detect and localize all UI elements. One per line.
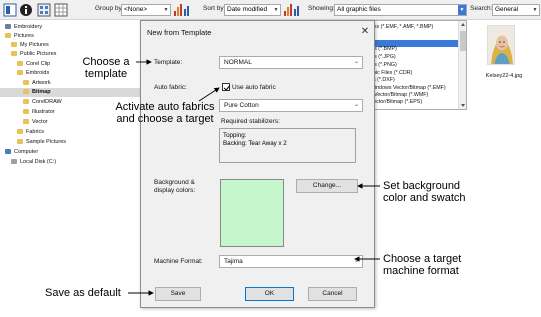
- annotation-auto-fabric: Activate auto fabrics and choose a targe…: [115, 101, 215, 125]
- folder-icon: [17, 129, 23, 134]
- tree-item-embroidery[interactable]: Embroidery: [5, 23, 42, 32]
- machine-format-select[interactable]: Tajima ⌄: [219, 255, 363, 268]
- filetype-option[interactable]: Vector/Bitmap (*.EPS): [370, 99, 422, 106]
- group-by-value: <None>: [124, 6, 148, 13]
- filetype-option[interactable]: phic Files (*.CDR): [370, 70, 412, 77]
- tree-item-computer[interactable]: Computer: [5, 148, 38, 157]
- grid-view-icon[interactable]: [54, 3, 68, 17]
- group-order-icon[interactable]: [173, 4, 189, 16]
- search-select[interactable]: General ▼: [492, 4, 540, 16]
- template-label: Template:: [154, 59, 183, 66]
- close-icon[interactable]: ✕: [359, 26, 371, 37]
- annotation-background: Set background color and swatch: [383, 180, 466, 204]
- use-auto-fabric-label[interactable]: Use auto fabric: [232, 84, 276, 91]
- sort-by-label: Sort by:: [203, 5, 226, 12]
- group-by-label: Group by:: [95, 5, 124, 12]
- tree-item-artwork[interactable]: Artwork: [23, 79, 51, 88]
- showing-select[interactable]: All graphic files ▼: [334, 4, 467, 16]
- filetype-option[interactable]: Windows Vector/Bitmap (*.EMF): [370, 85, 446, 92]
- save-button[interactable]: Save: [155, 287, 201, 301]
- tree-item-sample-pictures[interactable]: Sample Pictures: [17, 138, 66, 147]
- ok-button[interactable]: OK: [245, 287, 294, 301]
- folder-icon: [23, 89, 29, 94]
- folder-icon: [11, 42, 17, 47]
- thumbnail-view-icon[interactable]: [37, 3, 51, 17]
- disk-icon: [11, 159, 17, 164]
- tree-item-embroids[interactable]: Embroids: [17, 69, 49, 78]
- machine-format-value: Tajima: [224, 258, 243, 265]
- new-from-template-dialog: New from Template ✕ Template: NORMAL ⌄ A…: [140, 20, 375, 308]
- info-icon[interactable]: [19, 3, 33, 17]
- checkmark-icon: [223, 85, 231, 91]
- stabilizer-backing: Backing: Tear Away x 2: [223, 140, 287, 147]
- sort-by-value: Date modified: [227, 6, 268, 13]
- background-label-1: Background &: [154, 179, 195, 186]
- annotation-save-default: Save as default: [45, 287, 121, 299]
- fabric-select[interactable]: Pure Cotton ⌄: [219, 99, 363, 112]
- tree-item-illustrator[interactable]: Illustrator: [23, 108, 55, 117]
- tree-item-fabrics[interactable]: Fabrics: [17, 128, 44, 137]
- chevron-down-icon: ▼: [458, 5, 466, 15]
- sort-by-select[interactable]: Date modified ▼: [224, 4, 281, 16]
- computer-icon: [5, 149, 11, 154]
- toolbar: Group by: <None> ▼ Sort by: Date modifie…: [0, 0, 541, 20]
- chevron-down-icon: ▼: [273, 7, 279, 13]
- machine-format-label: Machine Format:: [154, 258, 203, 265]
- chevron-down-icon: ▼: [163, 7, 169, 13]
- filetype-dropdown-list[interactable]: illes (*.EMF, *.AMF, *.BMP) les (*.BMP) …: [365, 20, 467, 110]
- view-toggle-icon[interactable]: [3, 3, 17, 17]
- tree-item-corel-clip[interactable]: Corel Clip: [17, 60, 50, 69]
- search-label: Search:: [470, 5, 493, 12]
- stabilizer-topping: Topping:: [223, 132, 247, 139]
- folder-icon: [23, 99, 29, 104]
- folder-icon: [17, 139, 23, 144]
- chevron-down-icon: ⌄: [353, 258, 359, 264]
- thumbnail-caption: Kelsey22-4.jpg: [485, 73, 523, 79]
- background-color-swatch: [220, 179, 284, 247]
- tree-item-bitmap[interactable]: Bitmap: [0, 88, 140, 97]
- cancel-button[interactable]: Cancel: [308, 287, 357, 301]
- annotation-choose-template: Choose a template: [82, 56, 130, 80]
- tree-item-coreldraw[interactable]: CorelDRAW: [23, 98, 62, 107]
- dialog-title: New from Template: [147, 28, 212, 37]
- chevron-down-icon: ▼: [532, 7, 538, 13]
- template-value: NORMAL: [224, 59, 252, 66]
- change-button[interactable]: Change...: [296, 179, 358, 193]
- tree-item-pictures[interactable]: Pictures: [5, 32, 34, 41]
- folder-icon: [23, 80, 29, 85]
- image-thumbnail[interactable]: [487, 25, 515, 65]
- thumbnail-area: Kelsey22-4.jpg: [467, 20, 541, 110]
- folder-icon: [23, 119, 29, 124]
- folder-icon: [17, 70, 23, 75]
- background-label-2: display colors:: [154, 187, 196, 194]
- tree-item-my-pictures[interactable]: My Pictures: [11, 41, 49, 50]
- folder-icon: [11, 51, 17, 56]
- folder-icon: [23, 109, 29, 114]
- showing-value: All graphic files: [337, 6, 381, 13]
- stabilizers-box: Topping: Backing: Tear Away x 2: [219, 128, 356, 163]
- folder-icon: [17, 61, 23, 66]
- search-value: General: [495, 6, 519, 13]
- tree-item-vector[interactable]: Vector: [23, 118, 48, 127]
- template-select[interactable]: NORMAL ⌄: [219, 56, 363, 69]
- annotation-machine-format: Choose a target machine format: [383, 253, 462, 277]
- sort-order-icon[interactable]: [283, 4, 299, 16]
- embroidery-folder-icon: [5, 24, 11, 29]
- tree-item-local-disk[interactable]: Local Disk (C:): [11, 158, 56, 167]
- showing-label: Showing:: [308, 5, 335, 12]
- tree-item-public-pictures[interactable]: Public Pictures: [11, 50, 56, 59]
- auto-fabric-label: Auto fabric:: [154, 84, 187, 91]
- group-by-select[interactable]: <None> ▼: [121, 4, 171, 16]
- folder-icon: [5, 33, 11, 38]
- chevron-down-icon: ⌄: [353, 102, 359, 108]
- filetype-option[interactable]: illes (*.EMF, *.AMF, *.BMP): [370, 24, 433, 31]
- use-auto-fabric-checkbox[interactable]: [222, 83, 231, 91]
- filetype-option[interactable]: s Vector/Bitmap (*.WMF): [370, 92, 428, 99]
- list-scrollbar[interactable]: [458, 21, 466, 109]
- chevron-down-icon: ⌄: [353, 59, 359, 65]
